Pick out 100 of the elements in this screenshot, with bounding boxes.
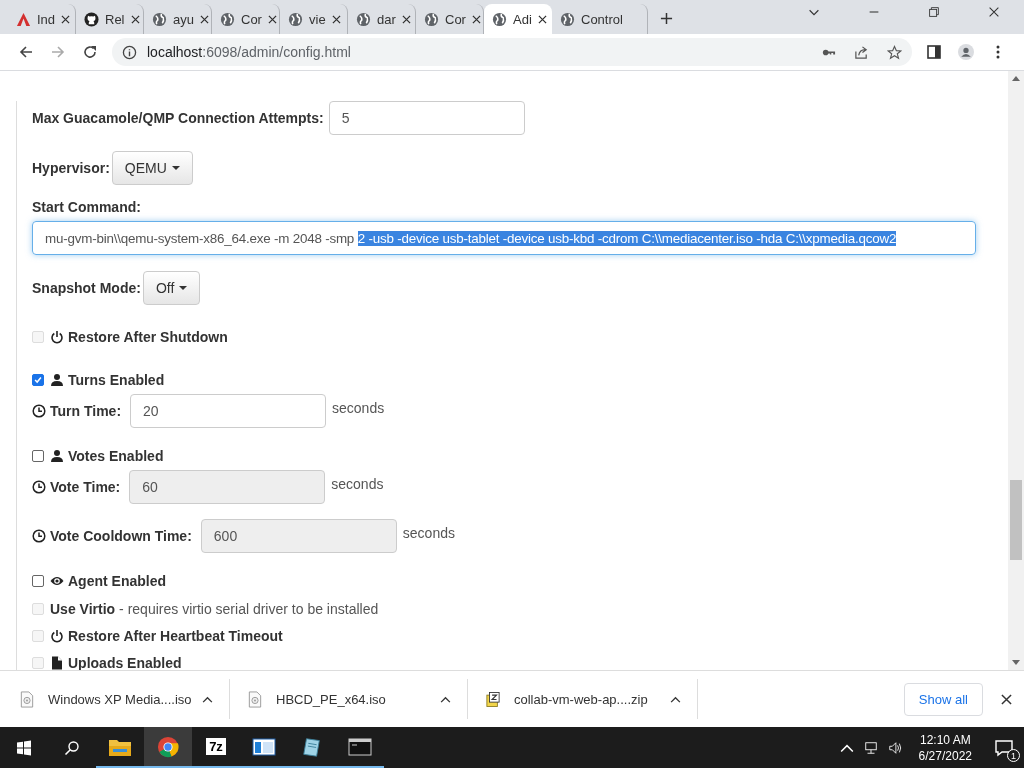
search-icon[interactable]	[64, 739, 80, 756]
clock-date[interactable]: 6/27/2022	[918, 747, 972, 764]
browser-tab[interactable]: vie	[280, 4, 348, 34]
close-icon[interactable]	[199, 14, 209, 24]
clock-time[interactable]: 12:10 AM	[919, 731, 971, 748]
command-field[interactable]: mu-gvm-bin\\qemu-system-x86_64.exe -m 2048 -smp 2 -usb -device usb-tablet -device usb-kbd -cdrom C:\\mediacenter.iso -hda C:\\xpmedia.qcow2	[32, 221, 976, 255]
show-all-button[interactable]: Show all	[903, 682, 983, 716]
notification-count: 1	[1007, 749, 1020, 762]
network-icon[interactable]	[863, 740, 878, 755]
browser-tab[interactable]: dar	[348, 4, 416, 34]
browser-tab[interactable]: ayu	[144, 4, 212, 34]
close-icon[interactable]	[987, 5, 1001, 19]
info-icon	[122, 44, 137, 60]
address-bar[interactable]: localhost:6098/admin/config.html	[112, 38, 912, 66]
caret-icon	[171, 166, 180, 170]
globe-icon	[356, 11, 371, 27]
download-item[interactable]: Windows XP Media....iso	[20, 679, 230, 719]
unit-label: seconds	[332, 400, 385, 416]
eye-icon	[50, 574, 64, 588]
field-label: Vote Cooldown Time:	[50, 528, 192, 544]
number-field[interactable]: 5	[328, 101, 525, 135]
globe-icon	[492, 11, 507, 27]
scrollbar[interactable]	[1008, 71, 1024, 670]
volume-icon[interactable]	[887, 740, 902, 755]
field-label: Snapshot Mode:	[32, 280, 141, 296]
taskbar-app[interactable]: 7z	[192, 727, 240, 768]
checkbox-label: Votes Enabled	[68, 448, 164, 464]
close-icon[interactable]	[471, 14, 481, 24]
clock-icon	[32, 529, 46, 543]
download-item[interactable]: HBCD_PE_x64.iso	[248, 679, 468, 719]
close-icon[interactable]	[1001, 693, 1012, 705]
field-label: Turn Time:	[50, 403, 122, 419]
share-icon[interactable]	[854, 44, 869, 60]
user-icon	[50, 449, 64, 463]
field-label: Max Guacamole/QMP Connection Attempts:	[32, 110, 324, 126]
chevron-icon	[440, 695, 451, 703]
checkbox[interactable]	[32, 575, 44, 587]
number-field[interactable]: 20	[130, 394, 327, 428]
close-icon[interactable]	[537, 14, 547, 24]
caret-icon	[179, 286, 188, 290]
chevron-icon	[670, 695, 681, 703]
profile-icon[interactable]	[958, 44, 974, 60]
checkbox[interactable]	[32, 374, 44, 386]
unit-label: seconds	[402, 525, 455, 541]
close-icon[interactable]	[130, 14, 140, 24]
browser-tab[interactable]: Ind	[8, 4, 76, 34]
dropdown-button[interactable]: QEMU	[111, 151, 193, 185]
file-icon	[20, 690, 34, 708]
checkbox-label: Restore After Shutdown	[68, 329, 228, 345]
power-icon	[50, 629, 64, 643]
taskbar-app[interactable]	[144, 727, 192, 768]
chat-icon	[994, 737, 1014, 758]
browser-tab[interactable]: Adi	[484, 4, 552, 34]
power-icon	[50, 330, 64, 344]
side-panel-icon[interactable]	[926, 44, 942, 60]
dropdown-button[interactable]: Off	[142, 271, 201, 305]
checkbox-label: Restore After Heartbeat Timeout	[68, 628, 283, 644]
close-icon[interactable]	[61, 14, 71, 24]
globe-icon	[288, 11, 303, 27]
field-label: Hypervisor:	[32, 160, 110, 176]
window-icon	[252, 735, 276, 758]
scroll-down-icon[interactable]	[1012, 660, 1020, 666]
checkbox[interactable]	[32, 450, 44, 462]
restore-icon[interactable]	[927, 5, 941, 19]
globe-icon	[560, 11, 575, 27]
hint-text: - requires virtio serial driver to be installed	[119, 601, 379, 617]
user-icon	[50, 373, 64, 387]
scrollbar-thumb[interactable]	[1010, 480, 1022, 560]
close-icon[interactable]	[331, 14, 341, 24]
file-icon	[50, 656, 64, 670]
browser-tab[interactable]: Rel	[76, 4, 144, 34]
clock-icon	[32, 404, 46, 418]
notifications-button[interactable]: 1	[984, 727, 1024, 768]
logo-icon	[16, 11, 31, 27]
checkbox-label: Use Virtio	[50, 601, 116, 617]
browser-tab[interactable]: Control	[552, 4, 648, 34]
checkbox-label: Uploads Enabled	[68, 655, 182, 670]
globe-icon	[424, 11, 439, 27]
app-label: 7z	[206, 738, 226, 755]
back-icon[interactable]	[18, 44, 34, 60]
close-icon[interactable]	[401, 14, 411, 24]
close-icon[interactable]	[267, 14, 277, 24]
terminal-icon	[348, 735, 372, 758]
checkbox-label: Agent Enabled	[68, 573, 166, 589]
unit-label: seconds	[331, 476, 384, 492]
new-tab-icon[interactable]	[660, 12, 673, 25]
clock-icon	[32, 480, 46, 494]
browser-tab[interactable]: Cor	[212, 4, 280, 34]
github-icon	[84, 11, 99, 27]
globe-icon	[152, 11, 167, 27]
start-icon[interactable]	[16, 739, 32, 756]
file-icon	[248, 690, 262, 708]
download-item[interactable]: collab-vm-web-ap....zip	[486, 679, 698, 719]
star-icon[interactable]	[887, 44, 902, 60]
reload-icon[interactable]	[82, 44, 98, 60]
archive-icon	[486, 690, 500, 708]
globe-icon	[220, 11, 235, 27]
chevron-icon	[202, 695, 213, 703]
field-label: Start Command:	[32, 199, 142, 215]
scroll-up-icon[interactable]	[1012, 75, 1020, 81]
